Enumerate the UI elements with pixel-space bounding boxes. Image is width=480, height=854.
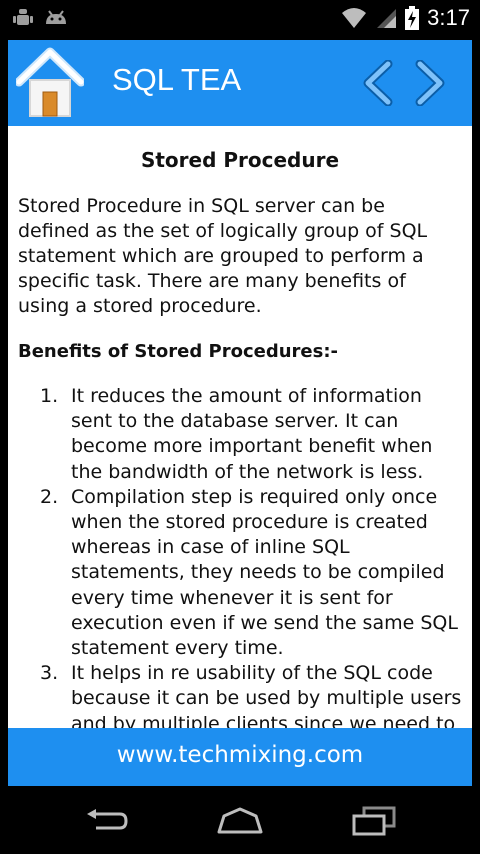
back-button[interactable] — [82, 806, 130, 836]
footer-banner[interactable]: www.techmixing.com — [8, 728, 472, 786]
home-icon — [14, 47, 86, 117]
status-bar: 3:17 — [0, 0, 480, 38]
list-item-text: It helps in re usability of the SQL code… — [71, 662, 462, 728]
list-item-number: 2. — [40, 485, 59, 508]
list-item: 2. Compilation step is required only onc… — [18, 485, 462, 661]
intro-paragraph: Stored Procedure in SQL server can be de… — [18, 195, 428, 317]
back-icon — [87, 809, 128, 830]
system-nav-bar — [0, 786, 480, 854]
list-item-number: 3. — [40, 662, 59, 685]
signal-icon — [377, 9, 397, 28]
home-nav-button[interactable] — [216, 806, 264, 836]
content-scroll-area[interactable]: Stored Procedure Stored Procedure in SQL… — [8, 126, 472, 728]
list-item: 1. It reduces the amount of information … — [18, 384, 462, 485]
android-icon — [46, 10, 66, 24]
home-outline-icon — [217, 807, 263, 834]
benefits-list: 1. It reduces the amount of information … — [18, 384, 462, 728]
clock: 3:17 — [427, 5, 470, 30]
previous-button[interactable] — [360, 59, 396, 107]
chevron-right-icon — [415, 59, 445, 107]
recent-apps-icon — [352, 806, 396, 836]
page-title: Stored Procedure — [140, 148, 340, 172]
wifi-icon — [342, 8, 367, 28]
app-title: SQL TEA — [112, 62, 242, 97]
chevron-left-icon — [363, 59, 393, 107]
recent-apps-button[interactable] — [350, 806, 398, 836]
list-item-text: Compilation step is required only once w… — [71, 485, 458, 660]
list-item-text: It reduces the amount of information sen… — [71, 385, 433, 483]
list-item-number: 1. — [40, 385, 59, 407]
battery-charging-icon — [405, 6, 420, 30]
footer-url[interactable]: www.techmixing.com — [117, 742, 363, 768]
list-item: 3. It helps in re usability of the SQL c… — [18, 661, 462, 728]
next-button[interactable] — [412, 59, 448, 107]
app-header: SQL TEA — [8, 40, 472, 126]
benefits-heading: Benefits of Stored Procedures:- — [18, 341, 338, 362]
android-debug-icon — [13, 9, 33, 25]
home-button[interactable] — [14, 46, 86, 120]
